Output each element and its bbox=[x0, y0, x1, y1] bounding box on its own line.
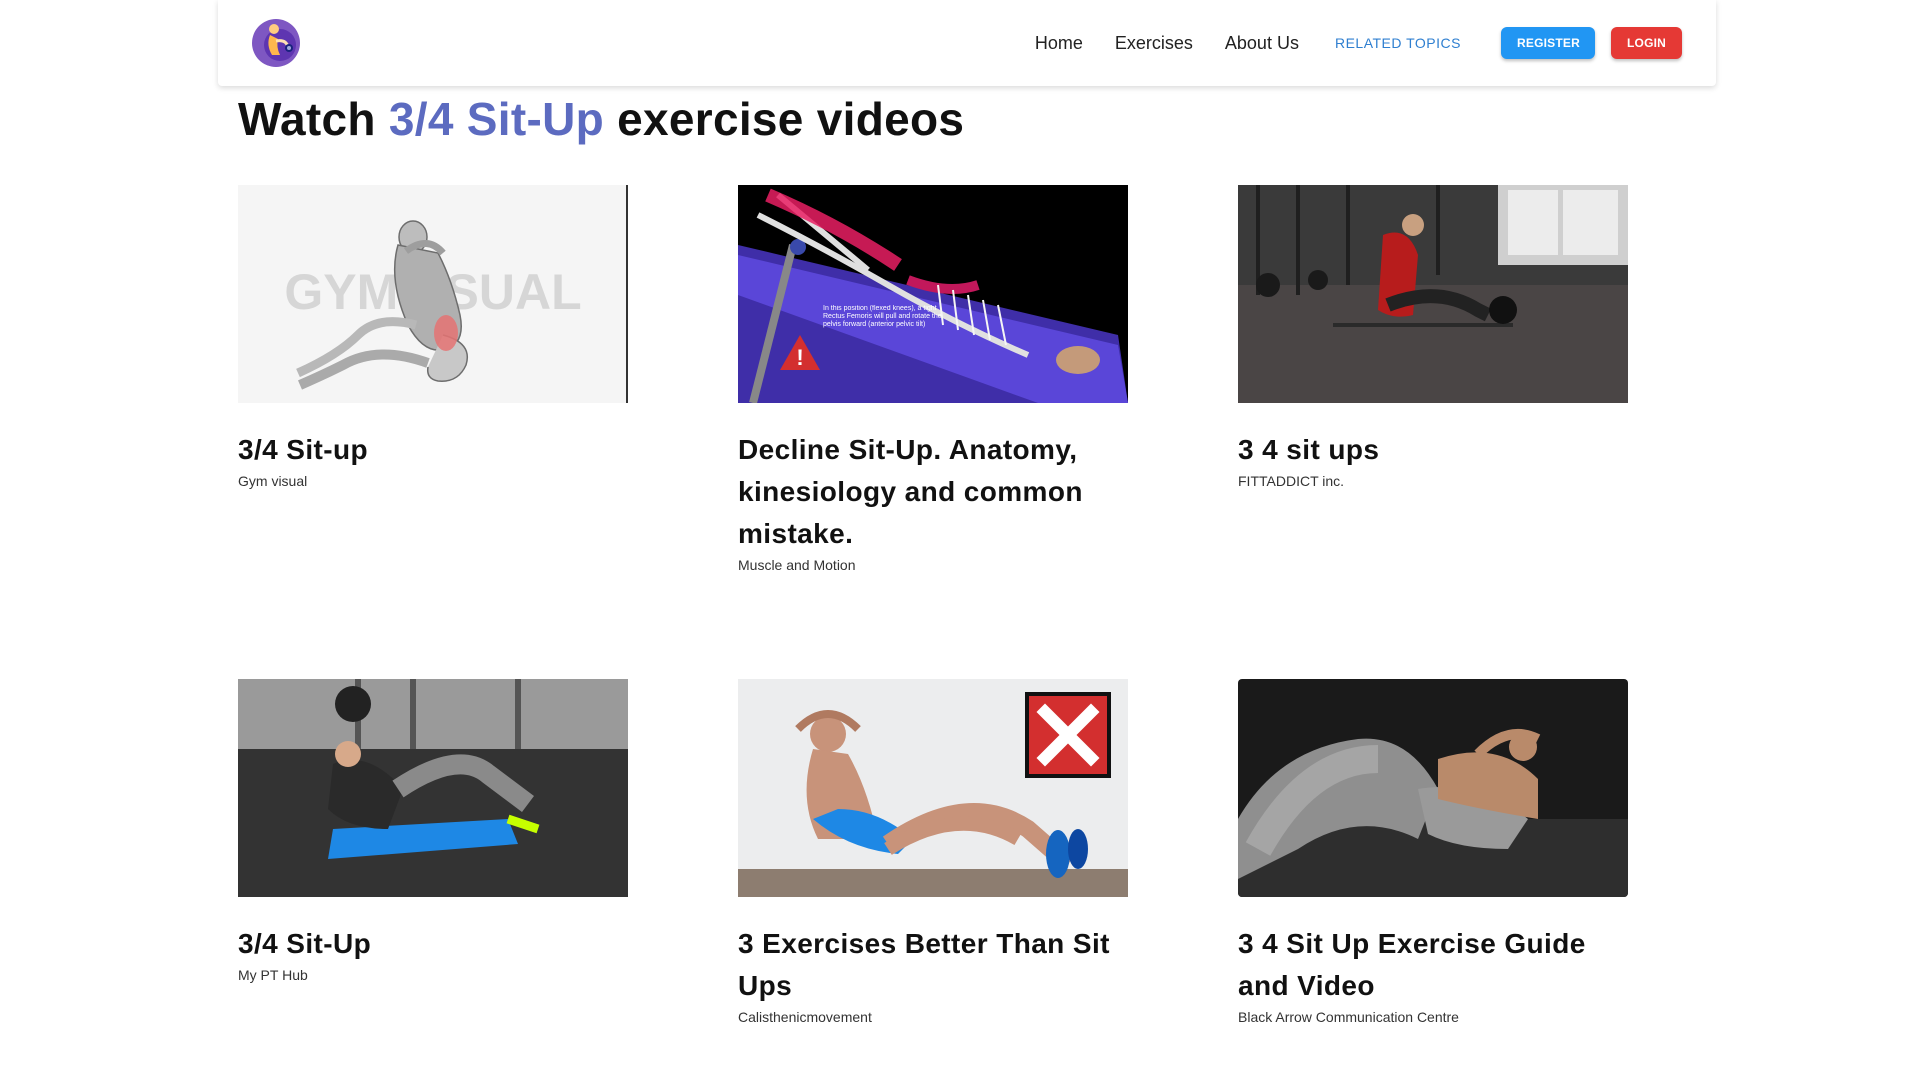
video-card: 3/4 Sit-Up My PT Hub bbox=[238, 679, 628, 983]
title-exercise-name: 3/4 Sit-Up bbox=[388, 93, 605, 145]
register-button[interactable]: REGISTER bbox=[1501, 27, 1595, 59]
video-author: Gym visual bbox=[238, 473, 308, 489]
video-card: GYMVISUAL 3/4 Sit-up Gym visual bbox=[238, 185, 628, 489]
warning-icon: ! bbox=[796, 345, 803, 370]
video-author: Calisthenicmovement bbox=[738, 1009, 872, 1025]
dark-studio-thumbnail-image bbox=[1238, 679, 1628, 897]
title-prefix: Watch bbox=[238, 93, 389, 145]
video-author: My PT Hub bbox=[238, 967, 308, 983]
video-title[interactable]: 3 4 Sit Up Exercise Guide and Video bbox=[1238, 923, 1628, 1007]
logo-icon bbox=[252, 19, 300, 67]
video-thumbnail[interactable]: GYMVISUAL bbox=[238, 185, 628, 403]
anatomy-thumbnail-image: ! In this position (flexed knees), a tig… bbox=[738, 185, 1128, 403]
video-title[interactable]: 3/4 Sit-up bbox=[238, 429, 628, 471]
video-thumbnail[interactable] bbox=[738, 679, 1128, 897]
video-card: 3 4 Sit Up Exercise Guide and Video Blac… bbox=[1238, 679, 1628, 1025]
login-button[interactable]: LOGIN bbox=[1611, 27, 1682, 59]
outdoor-situp-thumbnail-image bbox=[738, 679, 1128, 897]
nav-home[interactable]: Home bbox=[1035, 33, 1083, 54]
nav-about-us[interactable]: About Us bbox=[1225, 33, 1299, 54]
video-thumbnail[interactable] bbox=[1238, 185, 1628, 403]
nav-exercises[interactable]: Exercises bbox=[1115, 33, 1193, 54]
mat-situp-thumbnail-image bbox=[238, 679, 628, 897]
video-card: 3 Exercises Better Than Sit Ups Calisthe… bbox=[738, 679, 1128, 1025]
title-suffix: exercise videos bbox=[604, 93, 965, 145]
video-card: ! In this position (flexed knees), a tig… bbox=[738, 185, 1128, 573]
video-author: FITTADDICT inc. bbox=[1238, 473, 1345, 489]
video-title[interactable]: 3 4 sit ups bbox=[1238, 429, 1628, 471]
nav-links: Home Exercises About Us RELATED TOPICS R… bbox=[1035, 0, 1716, 86]
video-thumbnail[interactable] bbox=[1238, 679, 1628, 897]
video-card: 3 4 sit ups FITTADDICT inc. bbox=[1238, 185, 1628, 489]
video-title[interactable]: 3 Exercises Better Than Sit Ups bbox=[738, 923, 1128, 1007]
video-author: Black Arrow Communication Centre bbox=[1238, 1009, 1459, 1025]
video-thumbnail[interactable] bbox=[238, 679, 628, 897]
nav-related-topics[interactable]: RELATED TOPICS bbox=[1335, 35, 1461, 51]
site-logo[interactable] bbox=[250, 17, 302, 69]
top-navbar: Home Exercises About Us RELATED TOPICS R… bbox=[218, 0, 1716, 86]
gym-floor-thumbnail-image bbox=[1238, 185, 1628, 403]
page-title: Watch 3/4 Sit-Up exercise videos bbox=[238, 92, 964, 146]
video-thumbnail[interactable]: ! In this position (flexed knees), a tig… bbox=[738, 185, 1128, 403]
thumbnail-caption: In this position (flexed knees), a tight… bbox=[823, 305, 942, 328]
video-author: Muscle and Motion bbox=[738, 557, 856, 573]
video-title[interactable]: Decline Sit-Up. Anatomy, kinesiology and… bbox=[738, 429, 1128, 555]
video-title[interactable]: 3/4 Sit-Up bbox=[238, 923, 628, 965]
gymvisual-thumbnail-image: GYMVISUAL bbox=[238, 185, 626, 403]
